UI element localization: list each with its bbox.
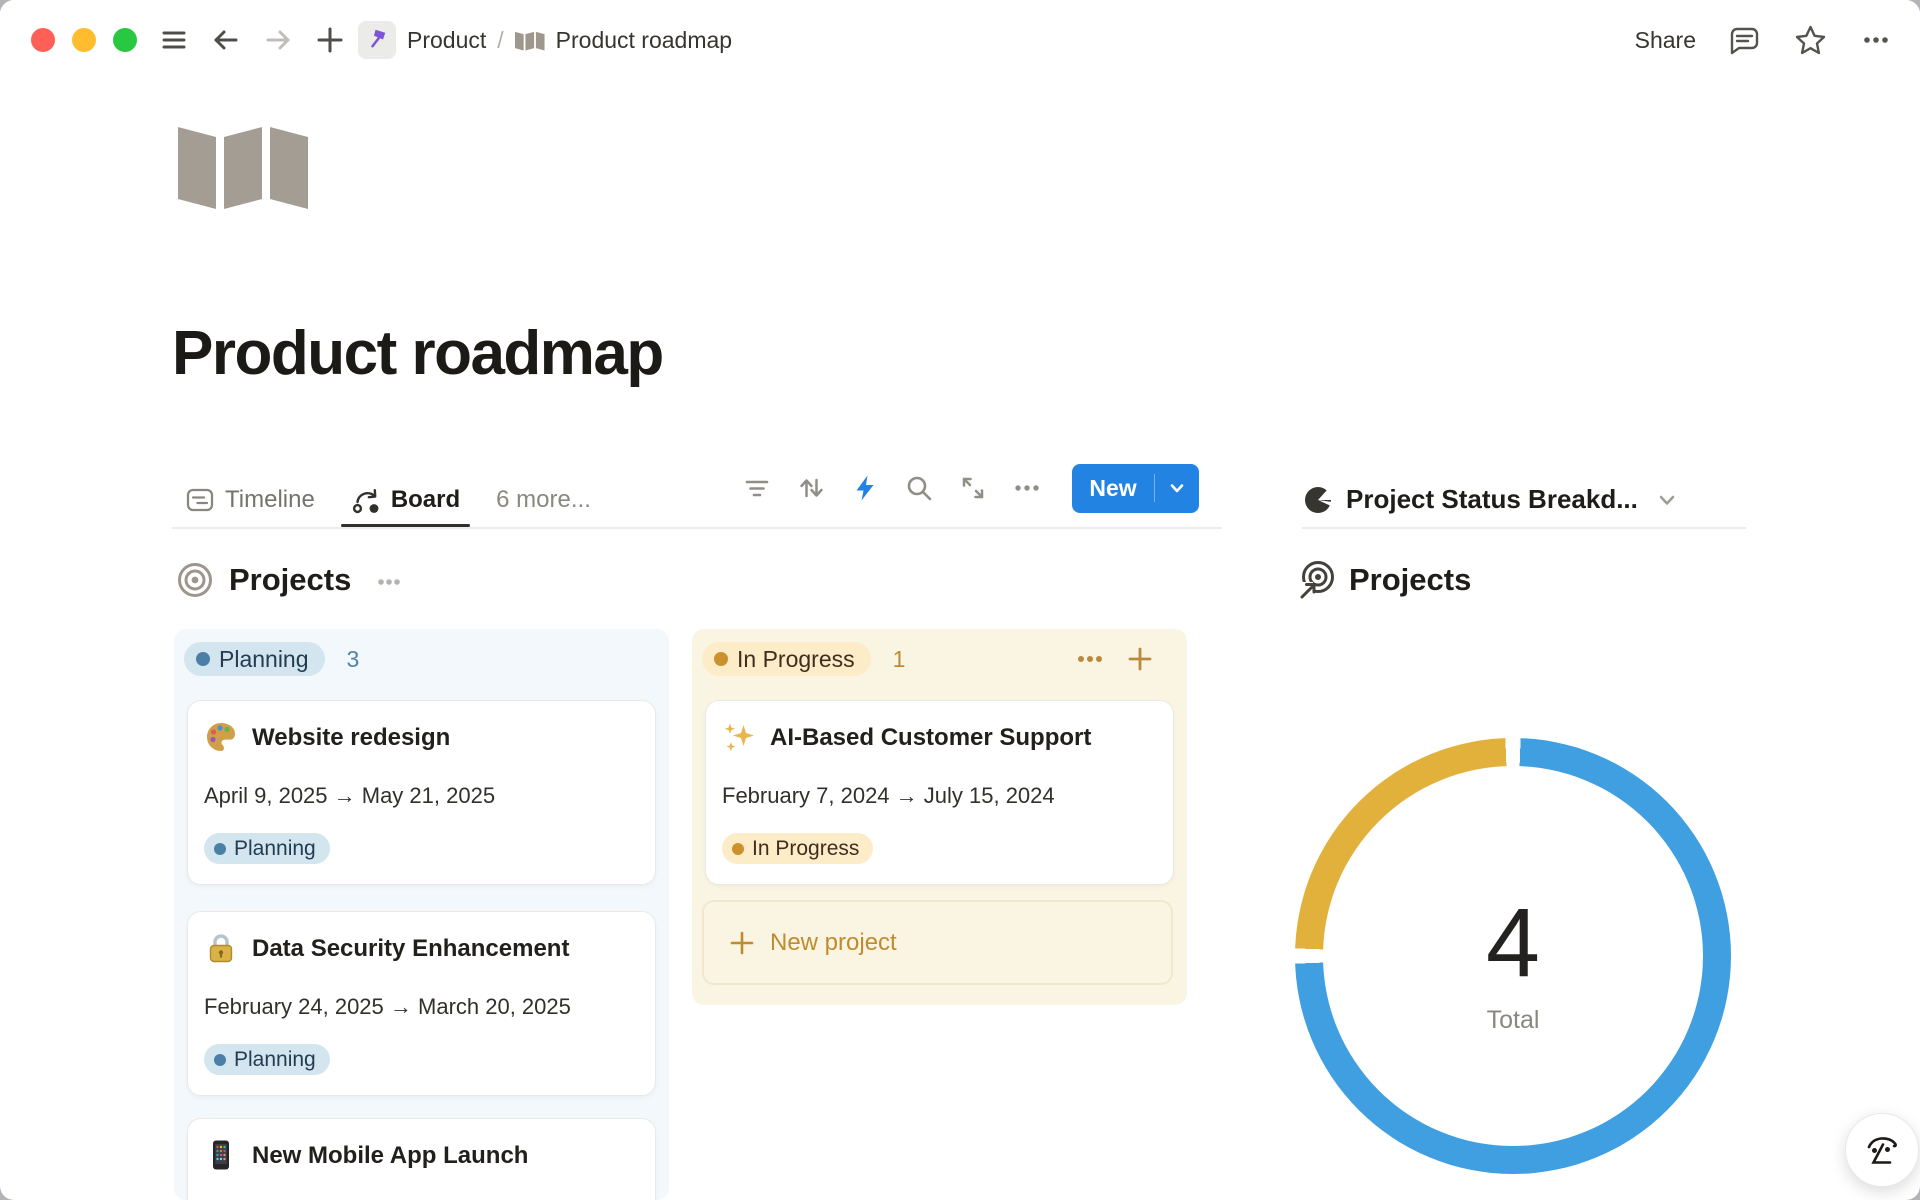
forward-icon[interactable] (262, 24, 294, 56)
comments-icon[interactable] (1728, 24, 1761, 57)
donut-total-value: 4 (1323, 894, 1703, 991)
status-pill-label: In Progress (737, 646, 855, 673)
status-pill-label: Planning (219, 646, 309, 673)
status-dot (196, 652, 210, 666)
in-progress-count: 1 (893, 646, 906, 673)
mobile-phone-emoji (204, 1138, 238, 1177)
widget-header-label: Project Status Breakd... (1346, 484, 1638, 515)
tab-board[interactable]: Board (351, 472, 460, 527)
new-project-button[interactable]: New project (702, 900, 1173, 985)
planning-status-pill[interactable]: Planning (184, 642, 325, 676)
timeline-view-icon (185, 485, 215, 515)
view-toolbar: New (742, 463, 1199, 513)
column-more-icon[interactable] (1073, 642, 1107, 676)
app-window: Product / Product roadmap Share Product … (0, 0, 1920, 1200)
card-title: New Mobile App Launch (252, 1141, 528, 1171)
ai-face-icon (1861, 1129, 1903, 1171)
pie-chart-icon (1303, 485, 1333, 515)
donut-total-label: Total (1323, 1006, 1703, 1035)
chevron-down-icon (1655, 488, 1679, 512)
card-data-security[interactable]: Data Security Enhancement February 24, 2… (187, 911, 656, 1096)
more-views-button[interactable]: 6 more... (496, 486, 591, 514)
column-add-card-icon[interactable] (1125, 644, 1155, 674)
card-ai-support[interactable]: AI-Based Customer Support February 7, 20… (705, 700, 1174, 885)
status-dot (732, 843, 744, 855)
ai-assistant-button[interactable] (1845, 1113, 1919, 1187)
palette-emoji (204, 720, 238, 759)
card-status-tag: Planning (204, 1044, 330, 1075)
breadcrumb-page-label[interactable]: Product roadmap (556, 27, 732, 54)
automations-lightning-icon[interactable] (850, 473, 880, 503)
in-progress-status-pill[interactable]: In Progress (702, 642, 871, 676)
back-icon[interactable] (210, 24, 242, 56)
sparkles-emoji (722, 720, 756, 759)
card-date-range: April 9, 2025 → May 21, 2025 (204, 781, 495, 811)
more-options-icon[interactable] (1860, 24, 1892, 56)
widget-database-heading: Projects (1297, 556, 1471, 604)
card-website-redesign[interactable]: Website redesign April 9, 2025 → May 21,… (187, 700, 656, 885)
card-title: Website redesign (252, 723, 450, 753)
board-database-heading: Projects (176, 556, 404, 604)
close-window-button[interactable] (31, 28, 55, 52)
widget-header-dropdown[interactable]: Project Status Breakd... (1303, 472, 1679, 527)
breadcrumb-separator: / (497, 27, 503, 54)
view-more-icon[interactable] (1012, 473, 1042, 503)
plus-icon (728, 929, 756, 957)
new-page-plus-icon[interactable] (314, 24, 346, 56)
card-status-tag: In Progress (722, 833, 873, 864)
breadcrumb: Product / Product roadmap (358, 0, 732, 80)
map-icon (515, 29, 545, 51)
new-project-label: New project (770, 929, 897, 957)
title-bar: Product / Product roadmap Share (0, 0, 1920, 80)
sort-icon[interactable] (796, 473, 826, 503)
card-title: AI-Based Customer Support (770, 723, 1091, 753)
sidebar-menu-icon[interactable] (158, 24, 190, 56)
tab-board-label: Board (391, 486, 460, 514)
card-date-range: February 24, 2025 → March 20, 2025 (204, 992, 571, 1022)
expand-icon[interactable] (958, 473, 988, 503)
favorite-star-icon[interactable] (1793, 23, 1828, 58)
filter-icon[interactable] (742, 473, 772, 503)
tab-timeline-label: Timeline (225, 486, 315, 514)
card-title: Data Security Enhancement (252, 934, 569, 964)
board-column-planning: Planning 3 Website redesign April 9, 202… (174, 629, 669, 1200)
page-title[interactable]: Product roadmap (172, 318, 663, 389)
donut-hole: 4 Total (1323, 766, 1703, 1146)
share-button[interactable]: Share (1635, 27, 1696, 54)
status-dot (214, 843, 226, 855)
tab-timeline[interactable]: Timeline (185, 472, 315, 527)
hammer-icon (365, 26, 389, 55)
new-dropdown-chevron-icon[interactable] (1155, 477, 1199, 499)
status-dot (214, 1054, 226, 1066)
card-mobile-app[interactable]: New Mobile App Launch March 1, 2025 → Ma… (187, 1118, 656, 1200)
card-date-range: February 7, 2024 → July 15, 2024 (722, 781, 1055, 811)
widget-divider (1302, 527, 1746, 529)
card-status-tag: Planning (204, 833, 330, 864)
board-column-in-progress: In Progress 1 AI-Based Customer Support … (692, 629, 1187, 1005)
widget-heading-label[interactable]: Projects (1349, 562, 1471, 598)
column-header-planning: Planning 3 (184, 642, 359, 676)
status-dot (714, 652, 728, 666)
breadcrumb-product[interactable] (358, 21, 396, 59)
heading-more-icon[interactable] (374, 565, 404, 595)
board-heading-label[interactable]: Projects (229, 562, 351, 598)
board-view-icon (351, 485, 381, 515)
planning-count: 3 (347, 646, 360, 673)
zoom-window-button[interactable] (113, 28, 137, 52)
window-controls (31, 28, 137, 52)
minimize-window-button[interactable] (72, 28, 96, 52)
target-icon (176, 561, 214, 599)
status-donut-chart: 4 Total (1295, 738, 1731, 1174)
breadcrumb-product-label[interactable]: Product (407, 27, 486, 54)
new-button[interactable]: New (1072, 464, 1199, 513)
column-header-in-progress: In Progress 1 (702, 642, 905, 676)
new-button-label: New (1072, 475, 1154, 502)
tabs-divider (172, 527, 1222, 529)
search-icon[interactable] (904, 473, 934, 503)
view-tabs: Timeline Board 6 more... (185, 472, 591, 527)
lock-emoji (204, 931, 238, 970)
page-map-icon[interactable] (178, 117, 310, 214)
linked-target-icon (1297, 560, 1337, 600)
